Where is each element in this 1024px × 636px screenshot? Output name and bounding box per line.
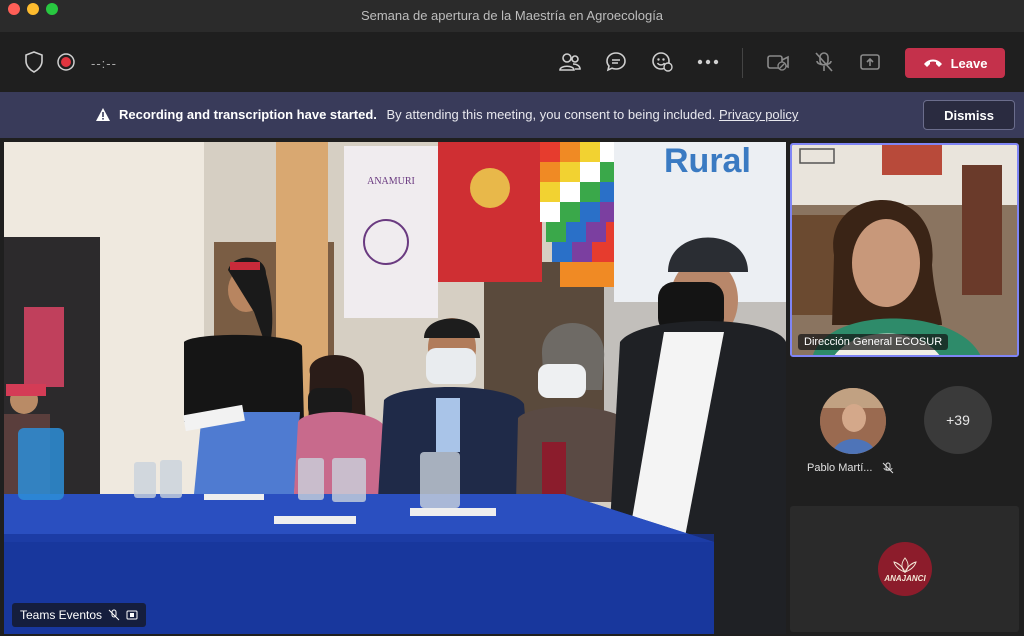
meeting-timer: --:--: [91, 56, 117, 71]
more-participants-button[interactable]: +39: [924, 386, 992, 454]
participant-name: Pablo Martí...: [807, 462, 873, 474]
share-icon[interactable]: [858, 50, 882, 74]
teams-window: Semana de apertura de la Maestría en Agr…: [0, 0, 1024, 636]
logo-text: ANAJANCI: [884, 573, 926, 583]
rural-banner-text: Rural: [664, 142, 751, 180]
shield-icon[interactable]: [22, 50, 46, 74]
more-icon[interactable]: [696, 50, 720, 74]
window-title: Semana de apertura de la Maestría en Agr…: [360, 8, 664, 23]
mic-off-icon: [108, 609, 120, 621]
camera-off-icon[interactable]: [766, 50, 790, 74]
phone-hangup-icon: [923, 59, 942, 67]
leave-button[interactable]: Leave: [905, 48, 1005, 78]
main-video-name-tag: Teams Eventos: [12, 603, 147, 627]
title-bar: Semana de apertura de la Maestría en Agr…: [0, 0, 1024, 32]
react-icon[interactable]: [650, 50, 674, 74]
mic-off-icon: [883, 462, 894, 474]
participant-avatar[interactable]: [820, 388, 886, 454]
screen-share-icon: [126, 610, 138, 620]
main-video-feed[interactable]: ANAMURI Rural: [4, 142, 786, 634]
banner-title: Recording and transcription have started…: [119, 107, 377, 122]
mic-off-icon[interactable]: [812, 50, 836, 74]
banner-message: By attending this meeting, you consent t…: [386, 107, 716, 122]
participant-name-row: Pablo Martí...: [807, 462, 894, 474]
dismiss-button[interactable]: Dismiss: [923, 100, 1015, 130]
recording-banner: Recording and transcription have started…: [0, 92, 1024, 138]
active-speaker-name: Dirección General ECOSUR: [798, 334, 949, 350]
warning-icon: [95, 107, 111, 127]
record-icon[interactable]: [54, 50, 78, 74]
leave-label: Leave: [950, 55, 988, 71]
anamuri-banner-text: ANAMURI: [367, 176, 415, 187]
main-video-label: Teams Eventos: [20, 608, 103, 622]
chat-icon[interactable]: [604, 50, 628, 74]
avatar-image: [820, 388, 886, 454]
participant-logo: ANAJANCI: [878, 542, 932, 596]
meeting-toolbar: --:-- Leave: [0, 32, 1024, 92]
toolbar-divider: [742, 48, 743, 78]
logo-participant-tile[interactable]: ANAJANCI: [790, 506, 1019, 632]
lotus-icon: [893, 556, 917, 573]
people-icon[interactable]: [558, 50, 582, 74]
banner-text: Recording and transcription have started…: [119, 107, 798, 122]
privacy-policy-link[interactable]: Privacy policy: [719, 107, 798, 122]
video-frame-image: ANAMURI Rural: [4, 142, 786, 634]
active-speaker-tile[interactable]: Dirección General ECOSUR: [790, 143, 1019, 357]
speaker-video-image: [792, 145, 1017, 355]
